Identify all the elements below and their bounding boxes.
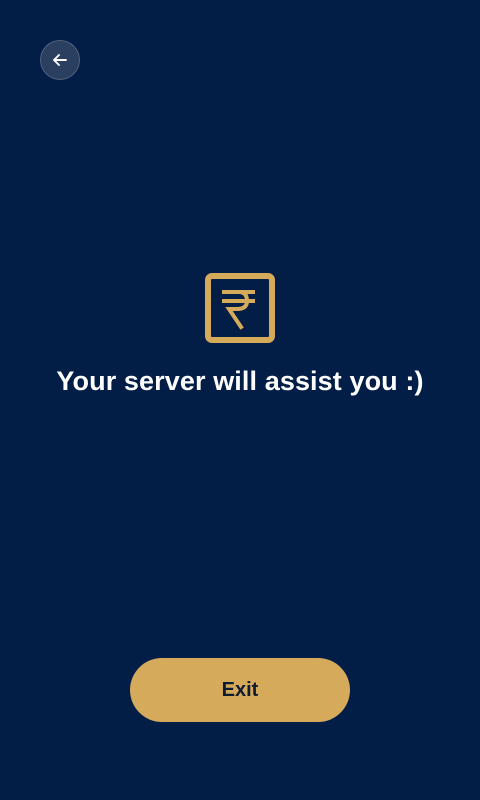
arrow-left-icon	[53, 54, 67, 66]
assist-message: Your server will assist you :)	[56, 366, 424, 396]
back-button[interactable]	[40, 40, 80, 80]
payment-assist-screen: Your server will assist you :) Exit	[0, 0, 480, 800]
exit-button[interactable]: Exit	[130, 658, 350, 722]
rupee-icon	[205, 273, 275, 343]
